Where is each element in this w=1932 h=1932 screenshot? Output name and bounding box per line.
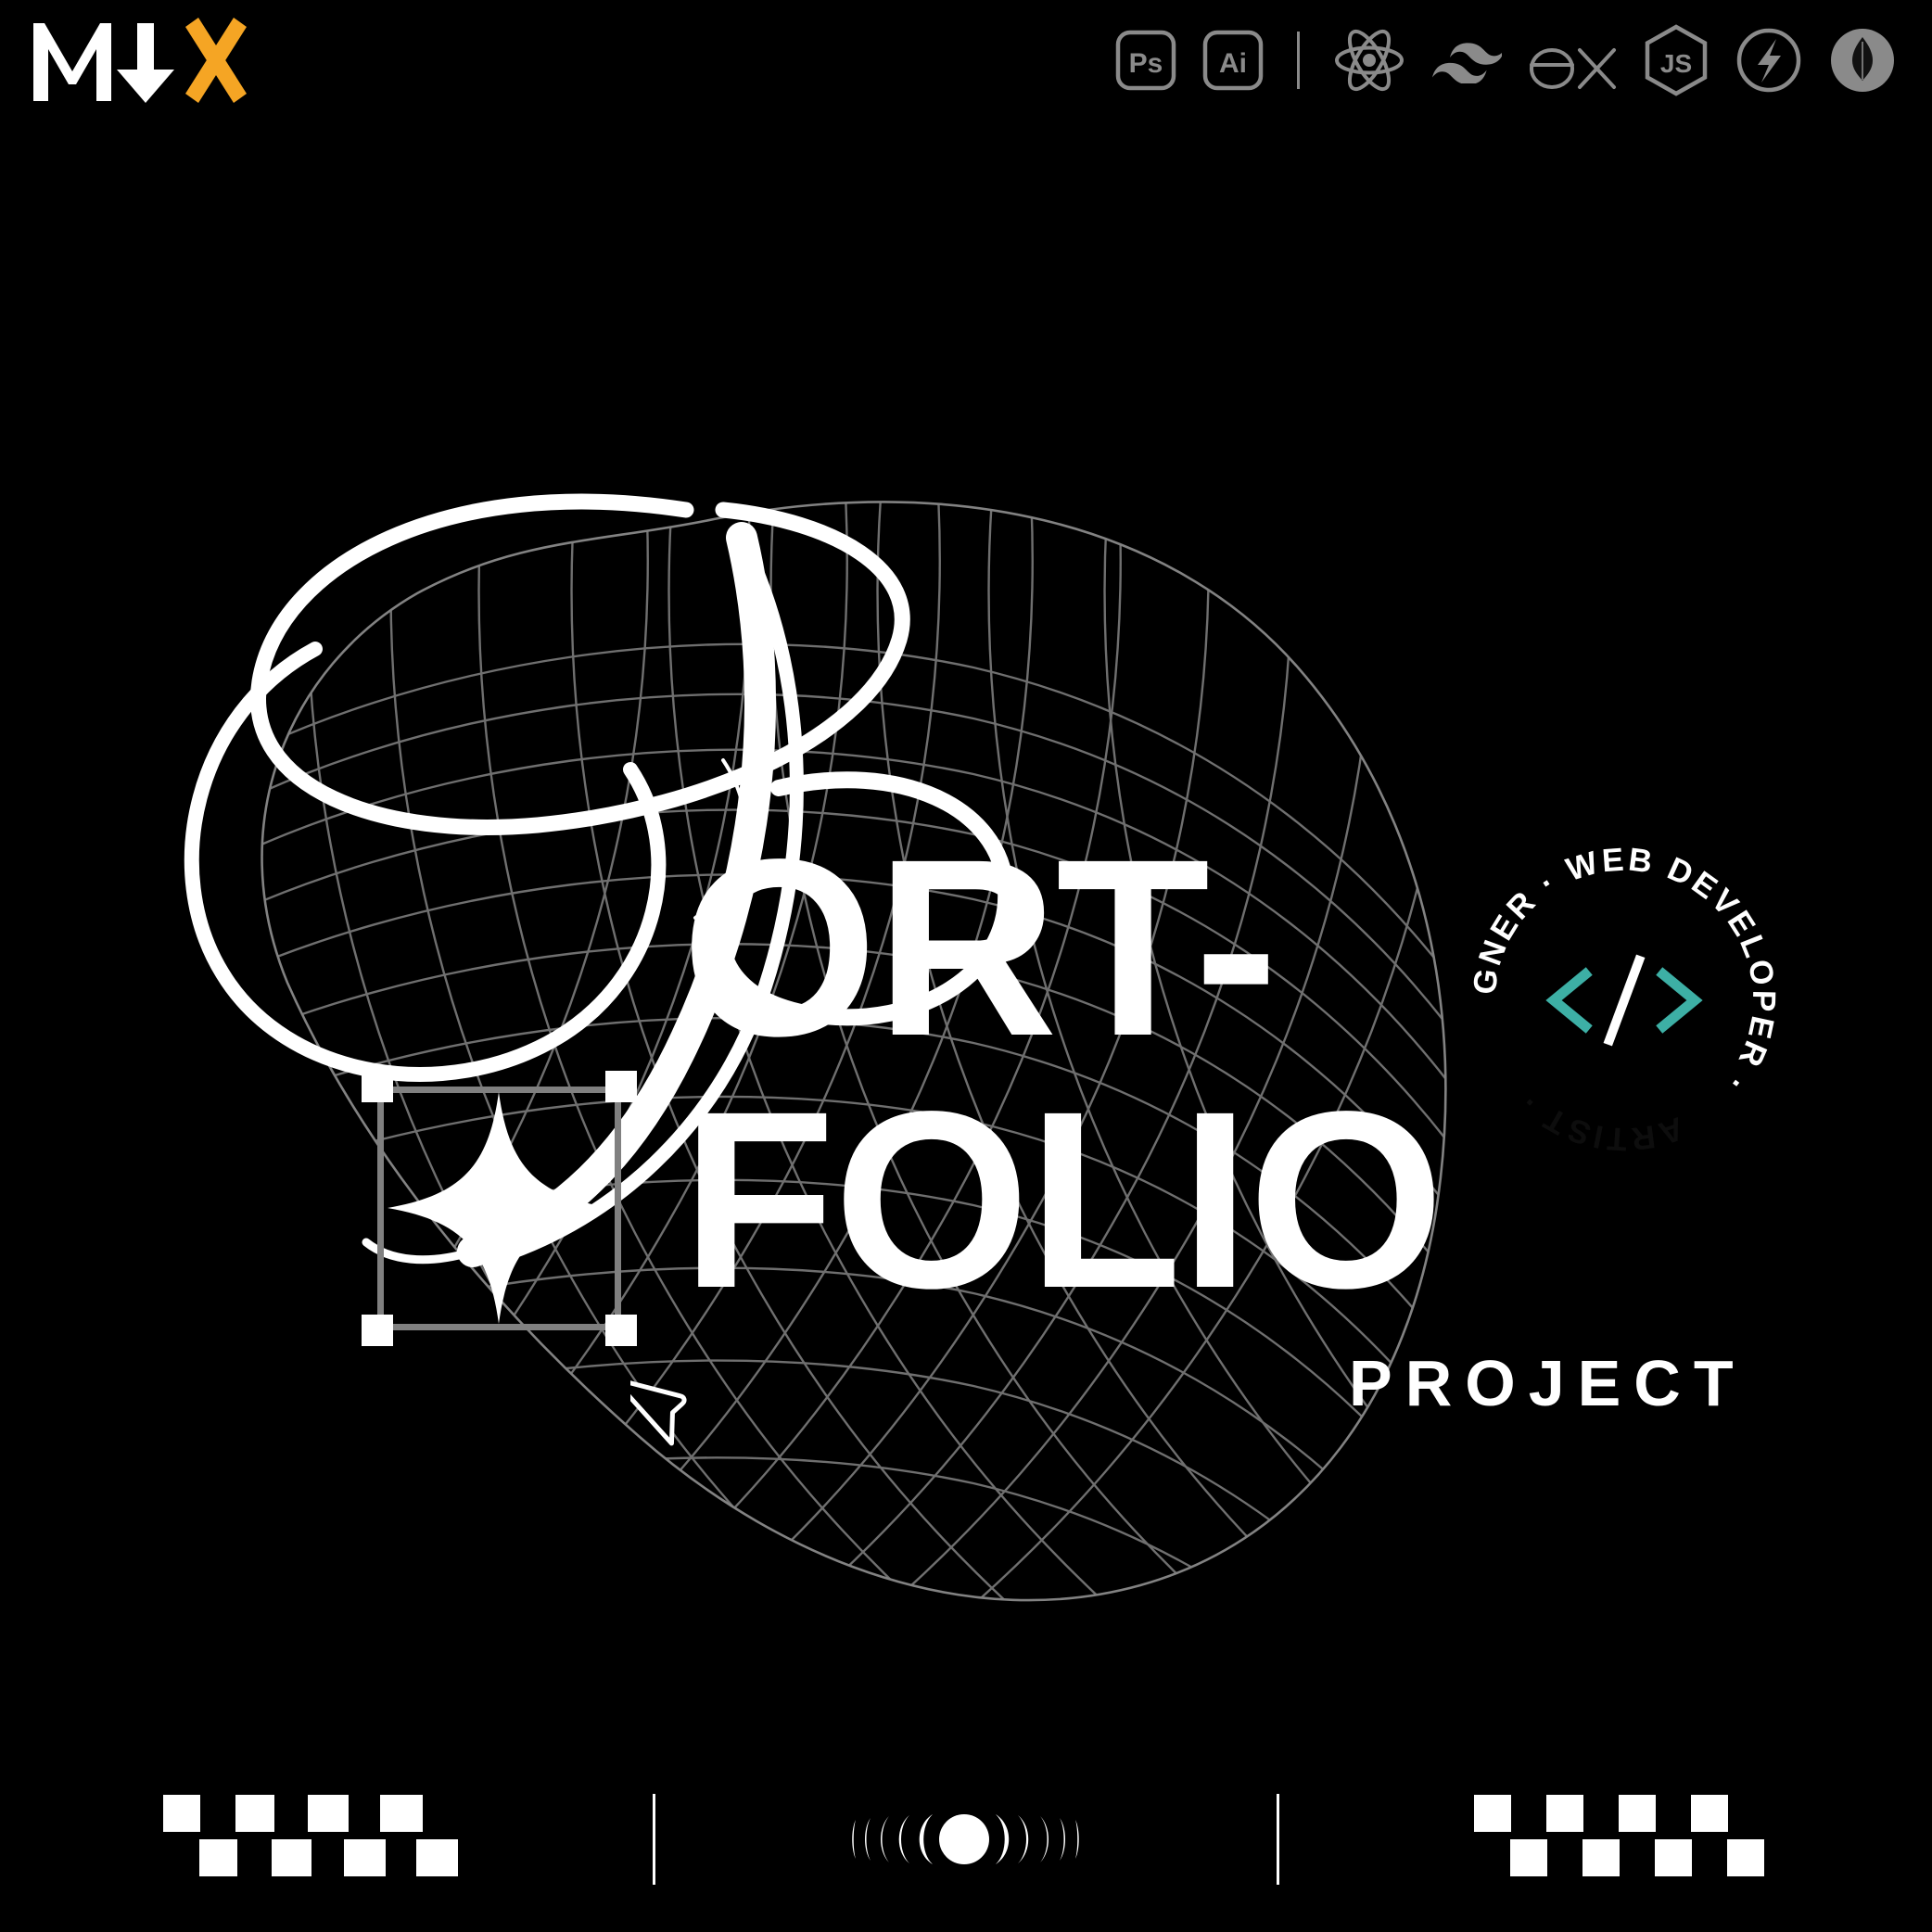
tech-stack-icons: Ps Ai JS bbox=[1115, 23, 1897, 97]
nodejs-icon[interactable]: JS bbox=[1643, 24, 1710, 96]
footer-divider-left bbox=[653, 1794, 655, 1885]
selection-handle-bottom-left[interactable] bbox=[362, 1315, 393, 1346]
hero-block-type: ORT- FOLIO bbox=[681, 807, 1444, 1341]
four-point-star-icon bbox=[387, 1090, 612, 1331]
selection-bounding-box[interactable] bbox=[362, 1071, 637, 1346]
express-icon[interactable] bbox=[1528, 30, 1617, 91]
logo-letter-m bbox=[33, 23, 111, 101]
top-bar: Ps Ai JS bbox=[0, 0, 1932, 121]
svg-text:Ai: Ai bbox=[1219, 48, 1247, 79]
moon-phase-strip bbox=[850, 1807, 1082, 1872]
selection-handle-top-right[interactable] bbox=[605, 1071, 637, 1102]
footer-divider-right bbox=[1277, 1794, 1279, 1885]
mdx-logo[interactable] bbox=[28, 14, 250, 107]
code-brackets-icon bbox=[1545, 954, 1703, 1047]
react-icon[interactable] bbox=[1333, 27, 1405, 94]
arrow-cursor-icon bbox=[612, 1350, 710, 1456]
badge-ring-text-inverse: ARTIST · bbox=[1511, 1083, 1688, 1158]
bolt-icon[interactable] bbox=[1735, 27, 1802, 94]
logo-letter-x bbox=[185, 18, 247, 103]
rotating-role-badge[interactable]: DESIGNER · WEB DEVELOPER · ARTIST · bbox=[1454, 813, 1782, 1158]
selection-handle-bottom-right[interactable] bbox=[605, 1315, 637, 1346]
toolbar-divider bbox=[1297, 32, 1300, 89]
poster-canvas: Ps Ai JS ORT- FOLIO PROJECT DESIGNER · W… bbox=[0, 0, 1932, 1932]
checker-strip-right bbox=[1474, 1795, 1769, 1884]
hero-line-2: FOLIO bbox=[681, 1058, 1444, 1341]
photoshop-icon[interactable]: Ps bbox=[1115, 30, 1176, 91]
hero-line-1: ORT- bbox=[681, 807, 1278, 1088]
selection-handle-top-left[interactable] bbox=[362, 1071, 393, 1102]
footer-decor-bar bbox=[0, 1747, 1932, 1932]
hero-subtitle: PROJECT bbox=[1349, 1347, 1747, 1419]
illustrator-icon[interactable]: Ai bbox=[1202, 30, 1264, 91]
mongodb-icon[interactable] bbox=[1828, 26, 1897, 95]
checker-strip-left bbox=[163, 1795, 458, 1884]
svg-text:Ps: Ps bbox=[1129, 48, 1163, 79]
svg-text:JS: JS bbox=[1660, 49, 1692, 78]
tailwind-icon[interactable] bbox=[1431, 37, 1502, 83]
badge-ring-text: DESIGNER · WEB DEVELOPER · bbox=[1454, 813, 1782, 1101]
logo-arrow-down-icon bbox=[117, 23, 174, 103]
